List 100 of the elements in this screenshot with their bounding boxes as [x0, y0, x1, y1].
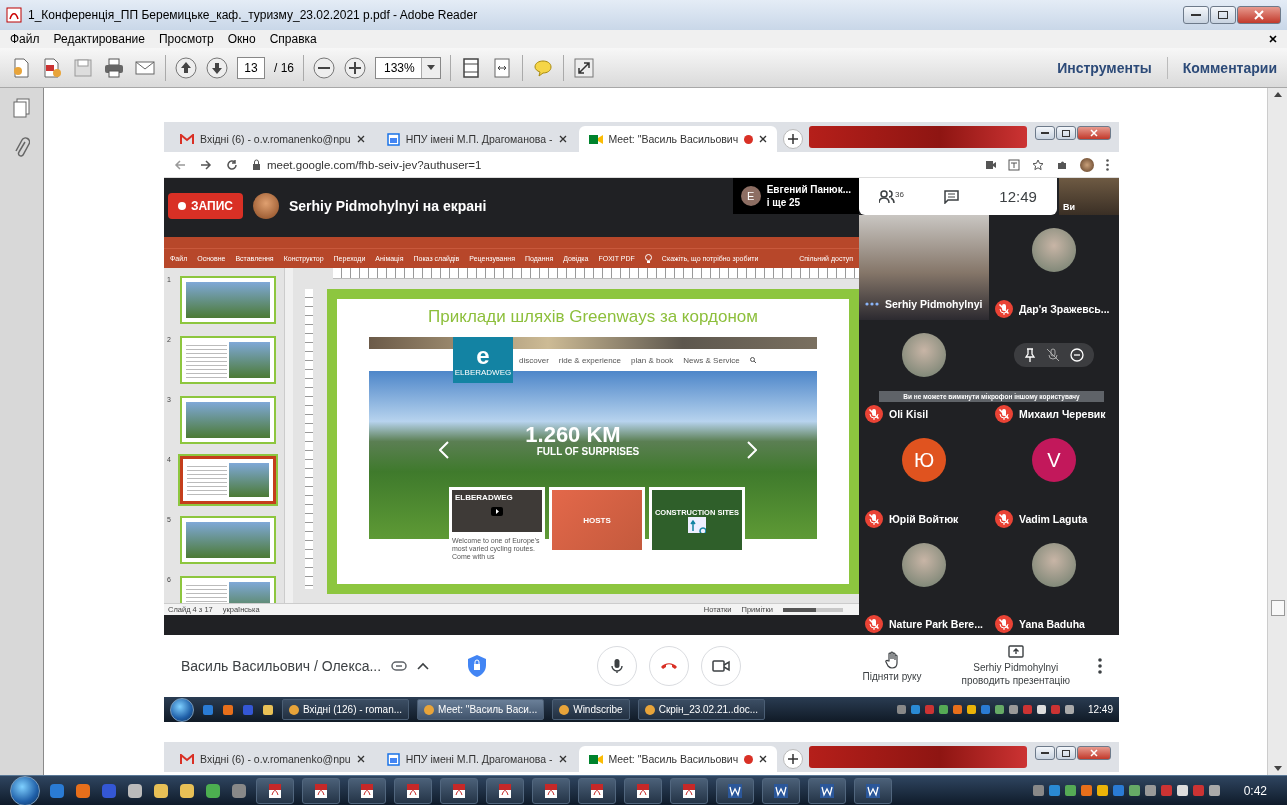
browser-tab[interactable]: Вхідні (6) - o.v.romanenko@npu — [170, 746, 375, 772]
document-gear-icon[interactable] — [41, 56, 63, 79]
tray-icon[interactable] — [951, 704, 963, 715]
participants-preview[interactable]: Е Евгений Панюк... і ще 25 — [732, 178, 859, 214]
caret-up-icon[interactable] — [417, 662, 430, 670]
close-icon[interactable] — [558, 755, 567, 763]
taskbar-button[interactable] — [486, 777, 524, 804]
taskbar-button[interactable]: Windscribe — [552, 699, 630, 720]
tray-icon[interactable] — [1207, 784, 1221, 797]
browser-icon[interactable] — [222, 703, 234, 716]
tray-icon[interactable] — [965, 704, 977, 715]
slide-thumbnail[interactable] — [180, 336, 276, 384]
menu-item[interactable]: Файл — [10, 32, 40, 46]
page-down-icon[interactable] — [206, 56, 228, 79]
close-icon[interactable] — [356, 135, 365, 143]
minimize-button[interactable] — [1035, 126, 1055, 140]
browser-icon[interactable] — [48, 781, 66, 800]
chevron-left-icon[interactable] — [439, 441, 449, 459]
browser-tab[interactable]: Вхідні (6) - o.v.romanenko@npu — [170, 126, 375, 152]
taskbar-button[interactable] — [808, 777, 846, 804]
close-icon[interactable] — [1269, 35, 1277, 43]
taskbar-button[interactable] — [532, 777, 570, 804]
browser-icon[interactable] — [204, 781, 222, 800]
minimize-button[interactable] — [1183, 6, 1209, 24]
mic-off-icon[interactable] — [1046, 348, 1060, 362]
zoom-out-icon[interactable] — [313, 56, 335, 79]
tray-icon[interactable] — [937, 704, 949, 715]
close-button[interactable] — [1077, 126, 1111, 140]
menu-item[interactable]: Окно — [227, 32, 256, 46]
record-button[interactable]: ЗАПИС — [168, 192, 243, 219]
scrollbar-thumb[interactable] — [1270, 600, 1285, 616]
tray-icon[interactable] — [1175, 784, 1189, 797]
maximize-button[interactable] — [1056, 746, 1076, 760]
arrow-down-icon[interactable] — [1273, 766, 1282, 771]
taskbar-button[interactable] — [854, 777, 892, 804]
page-number-field[interactable]: 13 — [237, 56, 265, 79]
new-tab-button[interactable] — [783, 749, 804, 769]
start-button[interactable] — [170, 697, 194, 722]
profile-avatar[interactable] — [1080, 157, 1094, 172]
taskbar-button[interactable] — [302, 777, 340, 804]
tray-icon[interactable] — [1127, 784, 1141, 797]
page-up-icon[interactable] — [175, 56, 197, 79]
pages-icon[interactable] — [12, 98, 31, 118]
close-icon[interactable] — [759, 135, 768, 143]
close-button[interactable] — [1077, 746, 1111, 760]
menu-item[interactable]: Просмотр — [158, 32, 214, 46]
camera-button[interactable] — [701, 646, 742, 686]
vertical-scrollbar[interactable] — [1267, 88, 1287, 775]
menu-item[interactable]: Справка — [269, 32, 317, 46]
print-icon[interactable] — [103, 56, 125, 79]
browser-tab[interactable]: НПУ імені М.П. Драгоманова - — [376, 746, 577, 772]
raise-hand-button[interactable]: Підняти руку — [862, 650, 922, 682]
play-icon[interactable] — [491, 506, 503, 516]
chevron-right-icon[interactable] — [747, 441, 757, 459]
close-icon[interactable] — [558, 135, 567, 143]
app-icon[interactable] — [230, 781, 248, 800]
translate-icon[interactable] — [1008, 158, 1020, 171]
forward-icon[interactable] — [200, 158, 212, 171]
slide-thumbnail[interactable] — [180, 516, 276, 564]
attachment-icon[interactable] — [391, 660, 408, 672]
chat-icon[interactable] — [944, 189, 960, 204]
app-icon[interactable] — [100, 781, 118, 800]
pin-icon[interactable] — [1024, 348, 1036, 362]
more-icon[interactable] — [1106, 158, 1109, 171]
taskbar-button[interactable] — [394, 777, 432, 804]
tray-icon[interactable] — [1035, 704, 1047, 715]
browser-icon[interactable] — [202, 703, 214, 716]
zoom-slider[interactable] — [783, 607, 843, 612]
thumbnail-scrollbar[interactable] — [284, 268, 293, 603]
taskbar-button[interactable] — [440, 777, 478, 804]
close-icon[interactable] — [356, 755, 365, 763]
menu-item[interactable]: Редактирование — [53, 32, 145, 46]
slide-thumbnail[interactable] — [180, 456, 276, 504]
maximize-button[interactable] — [1056, 126, 1076, 140]
zoom-in-icon[interactable] — [344, 56, 366, 79]
hosts-card[interactable]: HOSTS — [549, 487, 645, 553]
fullscreen-icon[interactable] — [572, 56, 595, 79]
taskbar-button[interactable] — [624, 777, 662, 804]
taskbar-button[interactable] — [716, 777, 754, 804]
folder-icon[interactable] — [178, 781, 196, 800]
tray-icon[interactable] — [993, 704, 1005, 715]
drive-icon[interactable] — [126, 781, 144, 800]
video-camera-icon[interactable] — [986, 160, 996, 169]
browser-tab[interactable]: НПУ імені М.П. Драгоманова - — [376, 126, 577, 152]
microphone-button[interactable] — [597, 646, 638, 686]
folder-icon[interactable] — [152, 781, 170, 800]
taskbar-button[interactable]: Скрін_23.02.21..doc... — [637, 699, 766, 720]
tray-icon[interactable] — [1007, 704, 1019, 715]
start-button[interactable] — [10, 775, 40, 805]
folder-icon[interactable] — [262, 703, 274, 716]
back-icon[interactable] — [174, 158, 186, 171]
close-button[interactable] — [1237, 6, 1281, 24]
paperclip-icon[interactable] — [13, 136, 30, 158]
slide-thumbnail[interactable] — [180, 276, 276, 324]
new-tab-button[interactable] — [783, 129, 804, 149]
reload-icon[interactable] — [226, 158, 238, 171]
zoom-dropdown[interactable]: 133% — [375, 56, 441, 79]
tray-icon[interactable] — [1143, 784, 1157, 797]
taskbar-button[interactable] — [348, 777, 386, 804]
minimize-button[interactable] — [1035, 746, 1055, 760]
